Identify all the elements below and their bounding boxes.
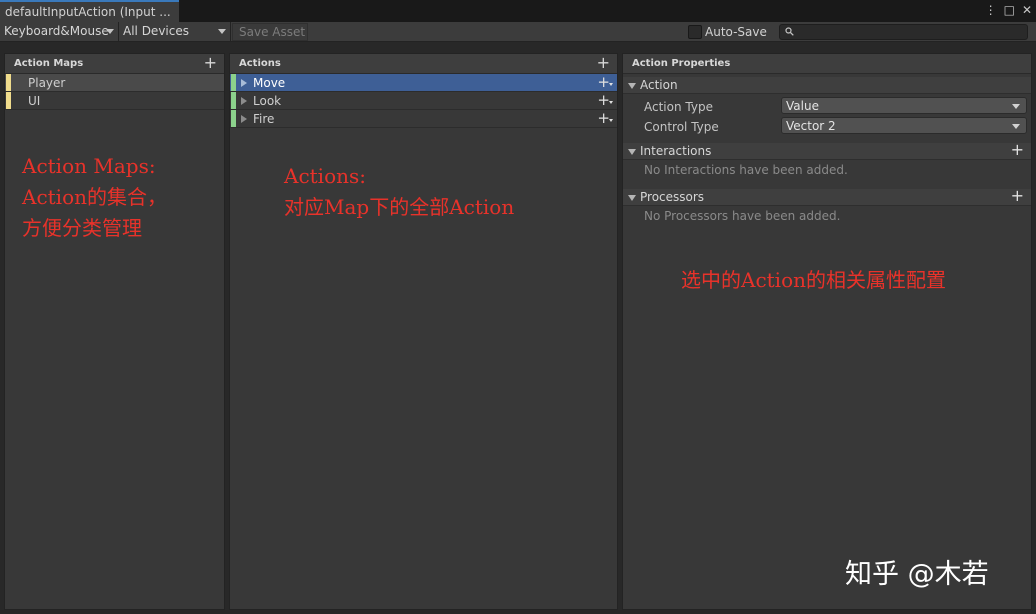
processors-section-foldout[interactable]: Processors +: [623, 186, 1031, 206]
maximize-icon[interactable]: □: [1004, 3, 1015, 17]
interactions-empty-note: No Interactions have been added.: [644, 163, 848, 177]
chevron-down-icon: [1012, 104, 1020, 109]
add-action-button[interactable]: +: [597, 53, 610, 72]
action-type-label: Action Type: [644, 100, 713, 114]
expand-arrow-icon[interactable]: [241, 115, 247, 123]
expand-arrow-icon[interactable]: [241, 79, 247, 87]
actions-panel: Actions + Move + Look + Fire +: [229, 53, 618, 610]
action-maps-panel: Action Maps + Player UI: [4, 53, 225, 610]
action-color-strip: [231, 110, 236, 127]
action-color-strip: [231, 74, 236, 91]
action-item-fire[interactable]: Fire +: [230, 109, 617, 128]
annotation-line: 选中的Action的相关属性配置: [681, 268, 946, 292]
interactions-section-foldout[interactable]: Interactions +: [623, 140, 1031, 160]
control-type-value: Vector 2: [786, 119, 836, 133]
interactions-section-title: Interactions: [640, 144, 712, 158]
chevron-down-icon: [609, 101, 613, 104]
action-map-color-strip: [6, 92, 11, 109]
action-map-label: Player: [28, 76, 66, 90]
action-label: Move: [253, 76, 286, 90]
chevron-down-icon: [106, 29, 114, 34]
tab-bar: defaultInputAction (Input ... ⋮ □ ✕: [0, 0, 1036, 22]
annotation-line: 方便分类管理: [22, 216, 142, 240]
watermark: 知乎 @木若: [845, 559, 989, 590]
action-properties-panel: Action Properties Action Action Type Val…: [622, 53, 1032, 610]
actions-annotation: Actions: 对应Map下的全部Action: [284, 161, 514, 223]
processors-empty-note: No Processors have been added.: [644, 209, 841, 223]
action-map-color-strip: [6, 74, 11, 91]
kebab-menu-icon[interactable]: ⋮: [985, 3, 997, 17]
action-label: Fire: [253, 112, 275, 126]
expand-arrow-icon[interactable]: [241, 97, 247, 105]
chevron-down-icon: [218, 29, 226, 34]
action-map-label: UI: [28, 94, 41, 108]
add-interaction-button[interactable]: +: [1011, 140, 1024, 159]
toolbar-divider: [230, 22, 231, 42]
add-processor-button[interactable]: +: [1011, 186, 1024, 205]
foldout-arrow-icon: [628, 195, 636, 201]
devices-value: All Devices: [123, 24, 189, 38]
auto-save-checkbox[interactable]: [688, 25, 702, 39]
action-section-foldout[interactable]: Action: [623, 77, 1031, 94]
action-label: Look: [253, 94, 282, 108]
action-maps-annotation: Action Maps: Action的集合， 方便分类管理: [22, 151, 167, 244]
control-type-row: Control Type Vector 2: [623, 116, 1031, 136]
action-properties-title: Action Properties: [632, 58, 731, 69]
search-input[interactable]: [779, 24, 1028, 40]
action-section-title: Action: [640, 78, 678, 92]
add-binding-button[interactable]: +: [597, 109, 613, 127]
action-properties-header: Action Properties: [623, 54, 1031, 74]
add-action-map-button[interactable]: +: [204, 53, 217, 72]
window-controls: ⋮ □ ✕: [985, 3, 1032, 17]
devices-dropdown[interactable]: All Devices: [119, 22, 229, 41]
annotation-line: Actions:: [284, 164, 367, 188]
add-binding-button[interactable]: +: [597, 91, 613, 109]
action-map-item-player[interactable]: Player: [5, 74, 224, 92]
add-binding-button[interactable]: +: [597, 73, 613, 91]
action-maps-header: Action Maps +: [5, 53, 224, 74]
annotation-line: 对应Map下的全部Action: [284, 195, 515, 219]
auto-save-label: Auto-Save: [705, 25, 767, 39]
action-type-row: Action Type Value: [623, 96, 1031, 116]
action-map-item-ui[interactable]: UI: [5, 92, 224, 110]
properties-annotation: 选中的Action的相关属性配置: [681, 265, 946, 296]
action-item-look[interactable]: Look +: [230, 91, 617, 110]
foldout-arrow-icon: [628, 83, 636, 89]
actions-header: Actions +: [230, 53, 617, 74]
processors-section-title: Processors: [640, 190, 705, 204]
annotation-line: Action Maps:: [22, 154, 156, 178]
close-icon[interactable]: ✕: [1022, 3, 1032, 17]
annotation-line: Action的集合，: [22, 185, 167, 209]
control-scheme-value: Keyboard&Mouse: [4, 24, 109, 38]
action-type-value: Value: [786, 99, 819, 113]
action-color-strip: [231, 92, 236, 109]
control-scheme-dropdown[interactable]: Keyboard&Mouse: [0, 22, 117, 41]
chevron-down-icon: [609, 119, 613, 122]
toolbar: Keyboard&Mouse All Devices Save Asset Au…: [0, 22, 1036, 42]
action-type-dropdown[interactable]: Value: [781, 97, 1027, 114]
foldout-arrow-icon: [628, 149, 636, 155]
chevron-down-icon: [609, 83, 613, 86]
window-tab-title: defaultInputAction (Input ...: [5, 5, 171, 19]
control-type-label: Control Type: [644, 120, 719, 134]
save-asset-button[interactable]: Save Asset: [232, 23, 308, 41]
chevron-down-icon: [1012, 124, 1020, 129]
action-maps-title: Action Maps: [14, 58, 84, 69]
actions-title: Actions: [239, 58, 281, 69]
window-tab[interactable]: defaultInputAction (Input ...: [0, 0, 179, 22]
search-icon: [785, 27, 794, 36]
control-type-dropdown[interactable]: Vector 2: [781, 117, 1027, 134]
action-item-move[interactable]: Move +: [230, 73, 617, 92]
